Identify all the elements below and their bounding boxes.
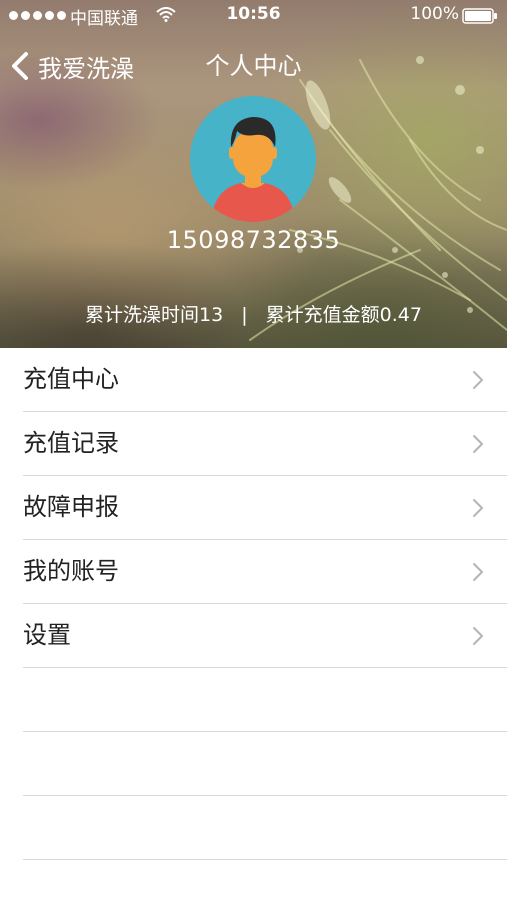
stat-separator: | (241, 304, 248, 326)
empty-row (23, 796, 507, 860)
stat-recharge-amount: 累计充值金额0.47 (265, 304, 422, 326)
status-bar: 中国联通 10:56 100% (0, 0, 507, 30)
chevron-right-icon (473, 627, 483, 645)
user-avatar-icon[interactable] (189, 95, 317, 223)
menu-item-my-account[interactable]: 我的账号 (23, 540, 507, 604)
personal-center-screen: 中国联通 10:56 100% 我爱洗澡 个人中心 15098732835 累计… (0, 0, 507, 900)
chevron-right-icon (473, 435, 483, 453)
menu-item-label: 我的账号 (23, 557, 119, 585)
menu-item-label: 故障申报 (23, 493, 119, 521)
user-phone-number: 15098732835 (166, 226, 341, 254)
page-title: 个人中心 (205, 52, 302, 80)
chevron-right-icon (473, 499, 483, 517)
menu-list: 充值中心 充值记录 故障申报 我的账号 设置 (0, 348, 507, 860)
empty-row (23, 732, 507, 796)
usage-stats: 累计洗澡时间13 | 累计充值金额0.47 (0, 300, 507, 327)
menu-item-label: 充值记录 (23, 429, 119, 457)
chevron-right-icon (473, 371, 483, 389)
menu-item-fault-report[interactable]: 故障申报 (23, 476, 507, 540)
profile-header: 中国联通 10:56 100% 我爱洗澡 个人中心 15098732835 累计… (0, 0, 507, 348)
menu-item-label: 充值中心 (23, 365, 119, 393)
menu-item-recharge-records[interactable]: 充值记录 (23, 412, 507, 476)
chevron-right-icon (473, 563, 483, 581)
menu-item-label: 设置 (23, 621, 71, 649)
menu-item-recharge-center[interactable]: 充值中心 (23, 348, 507, 412)
menu-item-settings[interactable]: 设置 (23, 604, 507, 668)
empty-row (23, 668, 507, 732)
battery-percent: 100% (410, 4, 459, 24)
battery-icon (462, 8, 497, 24)
stat-bath-time: 累计洗澡时间13 (85, 304, 224, 326)
